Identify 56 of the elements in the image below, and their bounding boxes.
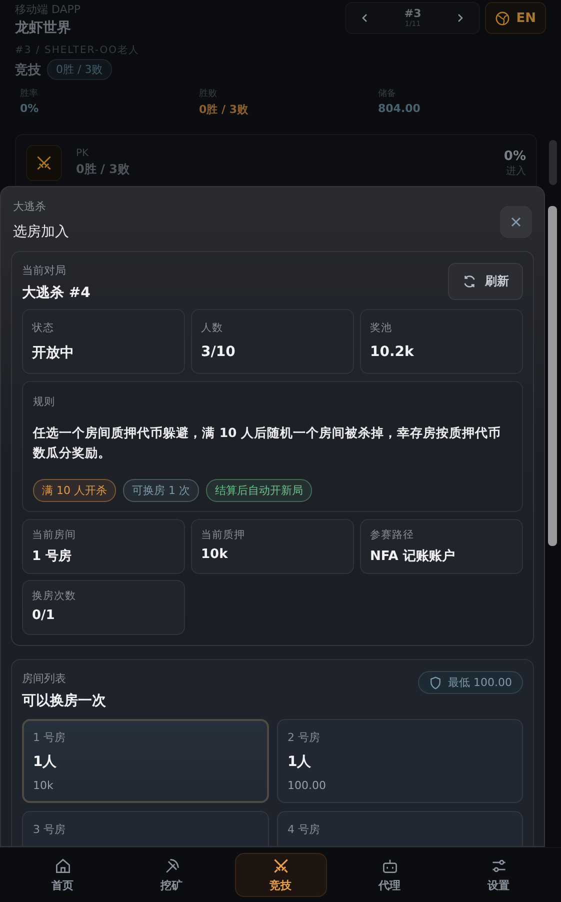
tile-value: NFA 记账账户 [370, 548, 456, 565]
room-name: 2 号房 [288, 730, 321, 745]
stat-value: 804.00 [378, 102, 420, 115]
app-subtitle: 移动端 DAPP [15, 2, 81, 17]
rules-text: 任选一个房间质押代币躲避，满 10 人后随机一个房间被杀掉，幸存房按质押代币数瓜分奖励。 [33, 424, 502, 462]
nav-tab[interactable]: 设置 [452, 853, 544, 897]
room-card[interactable]: 1 号房 1人 10k [22, 719, 268, 803]
tile-value: 0/1 [32, 608, 56, 623]
room-card[interactable]: 2 号房 1人 100.00 [276, 719, 523, 803]
tile-label: 当前质押 [201, 528, 246, 542]
tile-value: 10.2k [370, 344, 415, 360]
room-card[interactable]: 4 号房 [276, 811, 523, 846]
pager-current: #3 [404, 8, 422, 20]
rooms-title: 可以换房一次 [22, 692, 106, 710]
rules-label: 规则 [33, 395, 56, 409]
pk-percent: 0% [504, 148, 526, 164]
tile-label: 状态 [32, 321, 55, 335]
pk-record: 0胜 / 3败 [76, 161, 130, 178]
tile-label: 当前房间 [32, 528, 77, 542]
panel-label: 房间列表 [22, 671, 67, 686]
room-card[interactable]: 3 号房 [22, 811, 268, 846]
language-button[interactable]: EN [485, 2, 546, 34]
sheet-title: 选房加入 [13, 223, 69, 241]
room-count: 1人 [288, 753, 312, 771]
nav-tab[interactable]: 挖矿 [126, 853, 218, 897]
rule-tag: 满 10 人开杀 [33, 479, 116, 502]
tile-value: 1 号房 [32, 548, 73, 565]
app-title: 龙虾世界 [15, 19, 72, 37]
tile-label: 参赛路径 [370, 528, 415, 542]
room-name: 1 号房 [33, 730, 66, 745]
section-title: 竞技 [15, 62, 41, 78]
room-count: 1人 [33, 753, 58, 771]
room-stake: 10k [33, 779, 54, 792]
stat-value: 0胜 / 3败 [199, 102, 248, 117]
room-stake: 100.00 [288, 779, 327, 792]
nav-tab[interactable]: 代理 [344, 853, 436, 897]
panel-label: 当前对局 [22, 263, 67, 278]
pk-label: PK [76, 148, 90, 159]
tile-value: 10k [201, 547, 229, 562]
room-name: 3 号房 [33, 822, 66, 837]
tile-value: 开放中 [32, 344, 75, 362]
sheet-eyebrow: 大逃杀 [13, 199, 47, 214]
room-name: 4 号房 [288, 822, 321, 837]
rule-tag: 结算后自动开新局 [206, 479, 312, 502]
tile-value: 3/10 [201, 344, 236, 360]
nav-tab[interactable]: 首页 [16, 853, 108, 897]
round-title: 大逃杀 #4 [22, 284, 90, 302]
nav-tab[interactable]: 竞技 [234, 853, 326, 897]
tile-label: 人数 [201, 321, 224, 335]
stat-value: 0% [20, 102, 39, 115]
record-badge: 0胜 / 3败 [47, 59, 112, 80]
rule-tag: 可换房 1 次 [123, 479, 199, 502]
refresh-button[interactable]: 刷新 [448, 263, 523, 300]
tile-label: 换房次数 [32, 589, 77, 603]
minimum-text: 最低 100.00 [448, 675, 512, 690]
tile-label: 奖池 [370, 321, 393, 335]
